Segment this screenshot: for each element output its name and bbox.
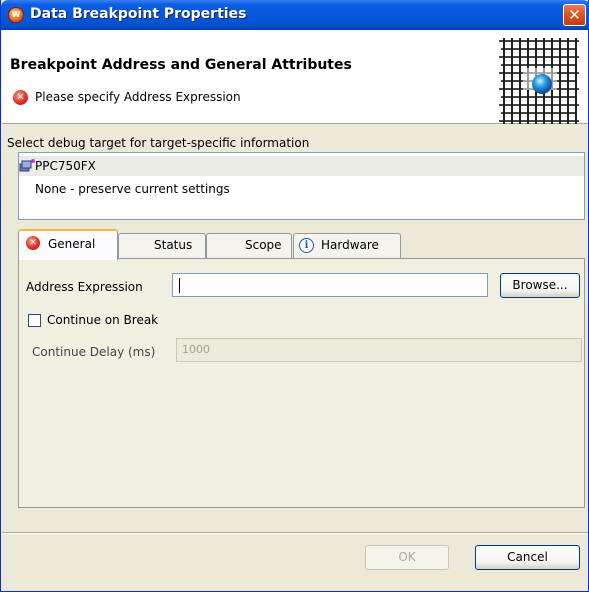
continue-delay-label: Continue Delay (ms) xyxy=(32,345,156,359)
target-item-none[interactable]: None - preserve current settings xyxy=(19,179,584,199)
browse-button[interactable]: Browse... xyxy=(500,273,580,298)
error-icon: ✕ xyxy=(13,90,28,105)
close-button[interactable]: ✕ xyxy=(563,4,586,26)
app-icon-letter: W xyxy=(11,10,21,19)
window-title: Data Breakpoint Properties xyxy=(30,6,247,22)
tab-label: General xyxy=(48,237,96,251)
continue-on-break-label: Continue on Break xyxy=(47,313,159,327)
title-bar[interactable]: W Data Breakpoint Properties ✕ xyxy=(1,0,589,30)
address-expression-label: Address Expression xyxy=(26,280,143,294)
general-tab-panel: Address Expression Browse... Continue on… xyxy=(18,258,585,508)
tab-hardware[interactable]: i Hardware xyxy=(293,233,401,258)
target-section-label: Select debug target for target-specific … xyxy=(7,136,310,150)
dialog-header: Breakpoint Address and General Attribute… xyxy=(2,30,588,124)
info-icon: i xyxy=(299,238,314,253)
header-message: Please specify Address Expression xyxy=(35,90,241,104)
target-item-ppc750fx[interactable]: PPC750FX xyxy=(19,156,584,176)
address-expression-input[interactable] xyxy=(172,273,488,297)
tab-label: Status xyxy=(154,238,193,252)
cancel-button[interactable]: Cancel xyxy=(475,545,580,570)
tab-label: Scope xyxy=(245,238,282,252)
debug-target-list[interactable]: PPC750FX None - preserve current setting… xyxy=(18,152,585,220)
text-caret xyxy=(179,278,180,293)
tab-general[interactable]: ✕ General xyxy=(18,229,118,260)
ok-button[interactable]: OK xyxy=(365,545,449,570)
dialog-window: W Data Breakpoint Properties ✕ Breakpoin… xyxy=(0,0,589,592)
tab-bar: ✕ General Status Scope i Hardware xyxy=(18,229,585,260)
header-title: Breakpoint Address and General Attribute… xyxy=(10,57,352,73)
continue-delay-input[interactable]: 1000 xyxy=(176,338,582,362)
tab-status[interactable]: Status xyxy=(118,233,206,258)
app-icon: W xyxy=(8,7,24,23)
footer-separator xyxy=(2,532,588,534)
tab-scope[interactable]: Scope xyxy=(206,233,292,258)
error-icon: ✕ xyxy=(26,236,40,250)
continue-on-break-checkbox[interactable] xyxy=(28,314,41,327)
tab-label: Hardware xyxy=(321,238,379,252)
banner-graphic-icon xyxy=(499,38,579,124)
close-icon: ✕ xyxy=(568,6,581,24)
processor-icon xyxy=(19,159,35,172)
target-item-label: PPC750FX xyxy=(35,159,96,173)
target-item-label: None - preserve current settings xyxy=(35,182,230,196)
